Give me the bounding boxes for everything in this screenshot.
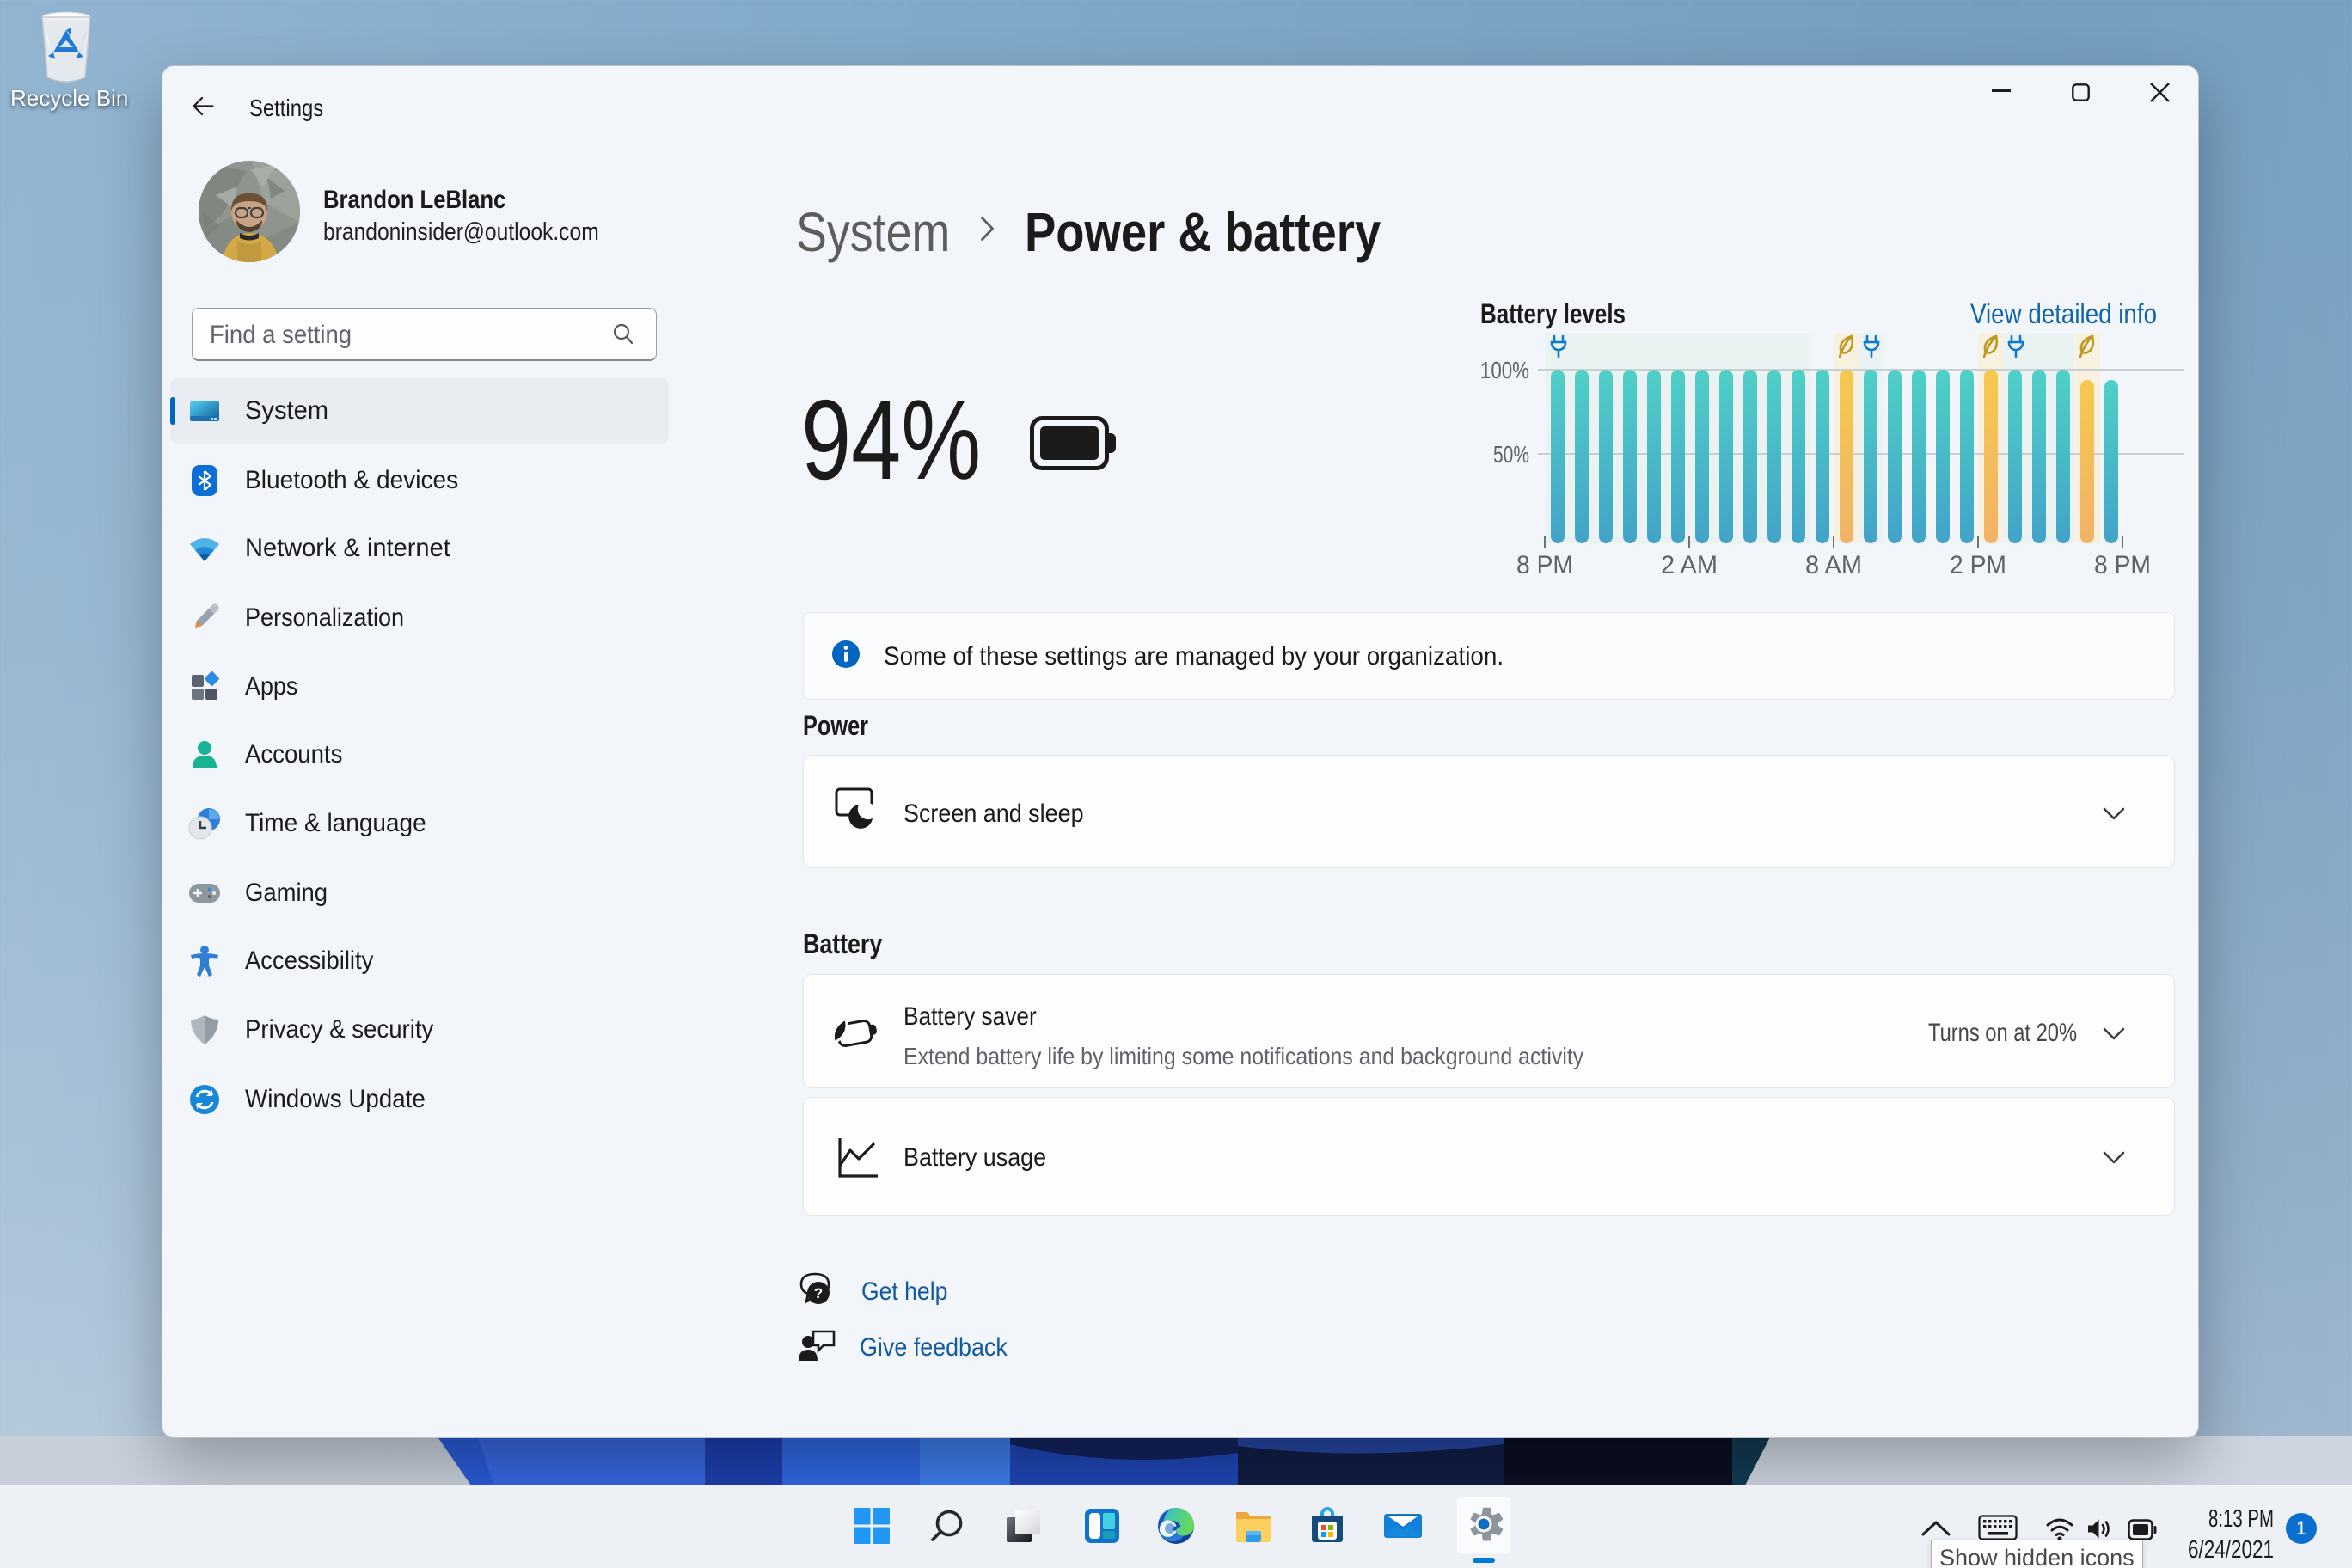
svg-text:View detailed info: View detailed info	[1970, 298, 2157, 329]
svg-text:2 PM: 2 PM	[1950, 551, 2006, 579]
svg-text:100%: 100%	[1480, 357, 1529, 383]
svg-text:2 AM: 2 AM	[1661, 551, 1718, 579]
svg-text:8 AM: 8 AM	[1805, 551, 1862, 579]
svg-text:Battery levels: Battery levels	[1480, 298, 1626, 329]
svg-text:8 PM: 8 PM	[1516, 551, 1573, 579]
svg-text:8 PM: 8 PM	[2094, 551, 2151, 579]
svg-text:?: ?	[814, 1285, 823, 1302]
svg-text:50%: 50%	[1493, 441, 1529, 468]
